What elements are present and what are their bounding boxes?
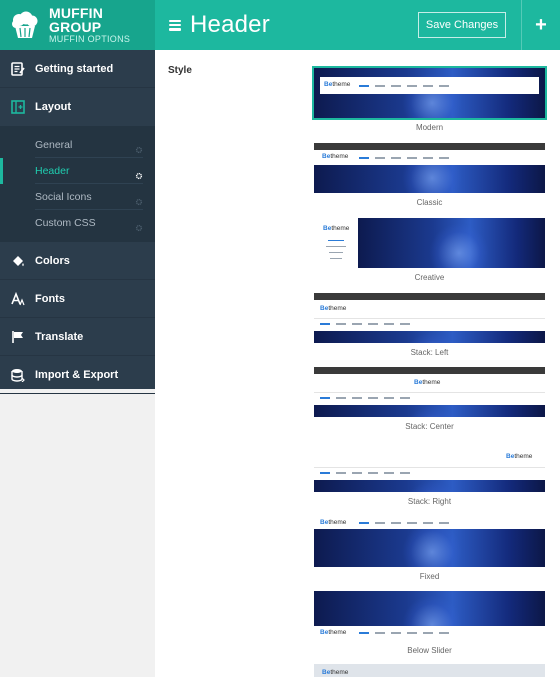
menu-icon	[169, 19, 181, 31]
submenu-item-custom-css[interactable]: Custom CSS	[35, 210, 143, 236]
sidebar-item-label: Translate	[35, 330, 84, 343]
style-caption: Stack: Right	[407, 497, 452, 506]
style-preview: Betheme	[314, 143, 545, 193]
gear-icon	[135, 141, 143, 153]
gear-icon	[135, 219, 143, 232]
sidebar-item-import-export[interactable]: Import & Export	[0, 356, 155, 394]
sidebar-item-translate[interactable]: Translate	[0, 318, 155, 356]
style-preview: Betheme	[314, 664, 545, 677]
page-title: Header	[190, 11, 270, 38]
logo-suffix: theme	[330, 669, 349, 676]
top-bar: MUFFIN GROUP MUFFIN OPTIONS Header Save …	[0, 0, 560, 50]
style-preview: Betheme	[314, 517, 545, 567]
style-preview: Betheme	[314, 367, 545, 417]
font-icon	[10, 291, 26, 307]
brand-name: MUFFIN GROUP	[49, 5, 104, 35]
sidebar-item-colors[interactable]: Colors	[0, 242, 155, 280]
header-style-option-modern[interactable]: Betheme Modern	[312, 66, 547, 132]
sidebar-item-label: Import & Export	[35, 368, 119, 381]
document-edit-icon	[10, 61, 26, 77]
logo-suffix: theme	[332, 81, 351, 88]
logo-suffix: theme	[514, 453, 533, 460]
submenu-item-label: General	[35, 138, 73, 151]
sidebar-item-label: Getting started	[35, 62, 114, 75]
style-section-label: Style	[168, 65, 192, 76]
header-style-option-classic[interactable]: Betheme Classic	[314, 143, 545, 207]
sidebar-item-label: Colors	[35, 254, 70, 267]
style-caption: Classic	[416, 198, 443, 207]
header-style-option-next[interactable]: Betheme	[314, 664, 545, 677]
sidebar-item-label: Fonts	[35, 292, 65, 305]
style-preview: Betheme	[314, 293, 545, 343]
logo-suffix: theme	[330, 153, 349, 160]
add-button[interactable]: +	[521, 0, 560, 50]
brand[interactable]: MUFFIN GROUP MUFFIN OPTIONS	[0, 0, 155, 50]
sidebar-item-getting-started[interactable]: Getting started	[0, 50, 155, 88]
database-icon	[10, 367, 26, 383]
style-caption: Stack: Left	[410, 348, 449, 357]
style-preview: Betheme	[314, 442, 545, 492]
logo-suffix: theme	[328, 305, 347, 312]
logo-suffix: theme	[328, 629, 347, 636]
submenu-item-label: Custom CSS	[35, 217, 96, 229]
logo-suffix: theme	[422, 379, 441, 386]
layout-icon	[10, 99, 26, 115]
style-caption: Modern	[415, 123, 444, 132]
header-style-option-below-slider[interactable]: Betheme Below Slider	[314, 591, 545, 655]
sidebar-item-fonts[interactable]: Fonts	[0, 280, 155, 318]
header-style-option-stack-center[interactable]: Betheme Stack: Center	[314, 367, 545, 431]
style-preview: Betheme	[314, 218, 545, 268]
active-indicator	[0, 158, 3, 184]
style-caption: Fixed	[419, 572, 440, 581]
header-style-option-creative[interactable]: Betheme Creative	[314, 218, 545, 282]
sidebar: Getting started Layout General Header So…	[0, 50, 155, 394]
submenu-item-general[interactable]: General	[35, 132, 143, 158]
app: MUFFIN GROUP MUFFIN OPTIONS Header Save …	[0, 0, 560, 677]
save-changes-button[interactable]: Save Changes	[418, 12, 506, 38]
logo-suffix: theme	[331, 225, 350, 232]
sidebar-item-layout[interactable]: Layout	[0, 88, 155, 126]
submenu-item-social-icons[interactable]: Social Icons	[35, 184, 143, 210]
gear-icon	[135, 167, 143, 179]
submenu-item-label: Header	[35, 164, 70, 177]
paint-bucket-icon	[10, 253, 26, 269]
layout-submenu: General Header Social Icons Custom CSS	[0, 126, 155, 242]
style-caption: Below Slider	[407, 646, 452, 655]
main-content: Style Betheme Modern Betheme Classic Bet…	[155, 50, 560, 677]
submenu-item-label: Social Icons	[35, 190, 92, 203]
logo-suffix: theme	[328, 519, 347, 526]
sidebar-item-label: Layout	[35, 101, 72, 113]
style-preview: Betheme	[312, 66, 547, 120]
submenu-item-header[interactable]: Header	[0, 158, 143, 184]
header-style-option-fixed[interactable]: Betheme Fixed	[314, 517, 545, 581]
brand-subtitle: MUFFIN OPTIONS	[49, 34, 131, 44]
gear-icon	[135, 193, 143, 205]
style-caption: Creative	[414, 273, 445, 282]
muffin-logo-icon	[9, 10, 41, 40]
flag-icon	[10, 329, 26, 345]
style-caption: Stack: Center	[405, 422, 454, 431]
header-style-option-stack-left[interactable]: Betheme Stack: Left	[314, 293, 545, 357]
style-preview: Betheme	[314, 591, 545, 641]
header-style-option-stack-right[interactable]: Betheme Stack: Right	[314, 442, 545, 506]
